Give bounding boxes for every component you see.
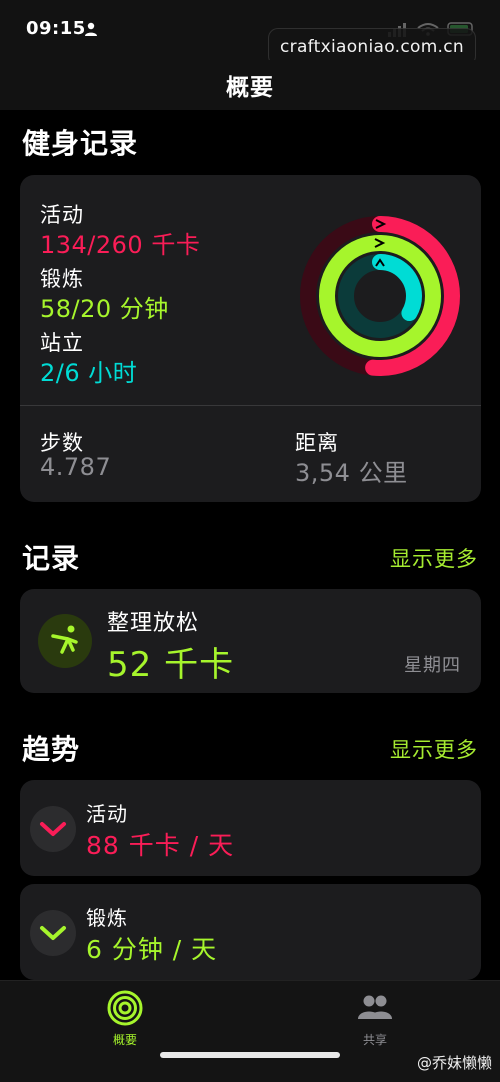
home-indicator[interactable]: [160, 1052, 340, 1058]
navigation-bar: 概要: [0, 60, 500, 110]
records-heading: 记录: [22, 542, 81, 575]
trend-exercise-label: 锻炼: [86, 906, 128, 930]
tab-sharing-label: 共享: [362, 1033, 387, 1047]
card-divider: [20, 405, 481, 406]
distance-value: 3,54 公里: [295, 459, 408, 487]
records-show-more-link[interactable]: 显示更多: [390, 543, 478, 573]
trends-heading: 趋势: [22, 733, 81, 766]
clock: 09:15: [26, 18, 86, 39]
steps-value: 4.787: [40, 453, 112, 481]
fitness-record-heading: 健身记录: [22, 127, 139, 160]
activity-summary-card[interactable]: 活动 134/260 千卡 锻炼 58/20 分钟 站立 2/6 小时 步数 4…: [20, 175, 481, 502]
tab-sharing[interactable]: 共享: [325, 989, 425, 1059]
trend-move-label: 活动: [86, 802, 128, 826]
workout-name: 整理放松: [107, 611, 200, 636]
workout-day: 星期四: [404, 655, 461, 676]
author-credit: @乔妹懒懒: [416, 1054, 492, 1072]
cooldown-workout-icon: [38, 614, 92, 668]
people-icon: [358, 995, 392, 1019]
tab-summary[interactable]: 概要: [75, 989, 175, 1059]
workout-record-card[interactable]: 整理放松 52 千卡 星期四: [20, 589, 481, 693]
trend-down-icon: [30, 910, 76, 956]
app-screen: 09:15 craftxiaoniao.com.cn 概要 健身记录 活动 13…: [0, 0, 500, 1082]
move-value: 134/260 千卡: [40, 231, 201, 259]
person-icon: [85, 22, 97, 36]
workout-calories: 52 千卡: [107, 645, 235, 685]
trend-exercise-value: 6 分钟 / 天: [86, 935, 218, 964]
page-title: 概要: [226, 75, 274, 101]
activity-rings-icon: [107, 990, 143, 1026]
trend-down-icon: [30, 806, 76, 852]
trends-show-more-link[interactable]: 显示更多: [390, 734, 478, 764]
exercise-value: 58/20 分钟: [40, 295, 169, 323]
activity-rings: [300, 216, 460, 376]
trend-move-value: 88 千卡 / 天: [86, 831, 235, 860]
tab-summary-label: 概要: [112, 1033, 137, 1047]
trend-card-move[interactable]: 活动 88 千卡 / 天: [20, 780, 481, 876]
stand-value: 2/6 小时: [40, 359, 138, 387]
trend-card-exercise[interactable]: 锻炼 6 分钟 / 天: [20, 884, 481, 980]
status-bar: 09:15 craftxiaoniao.com.cn: [0, 0, 500, 66]
